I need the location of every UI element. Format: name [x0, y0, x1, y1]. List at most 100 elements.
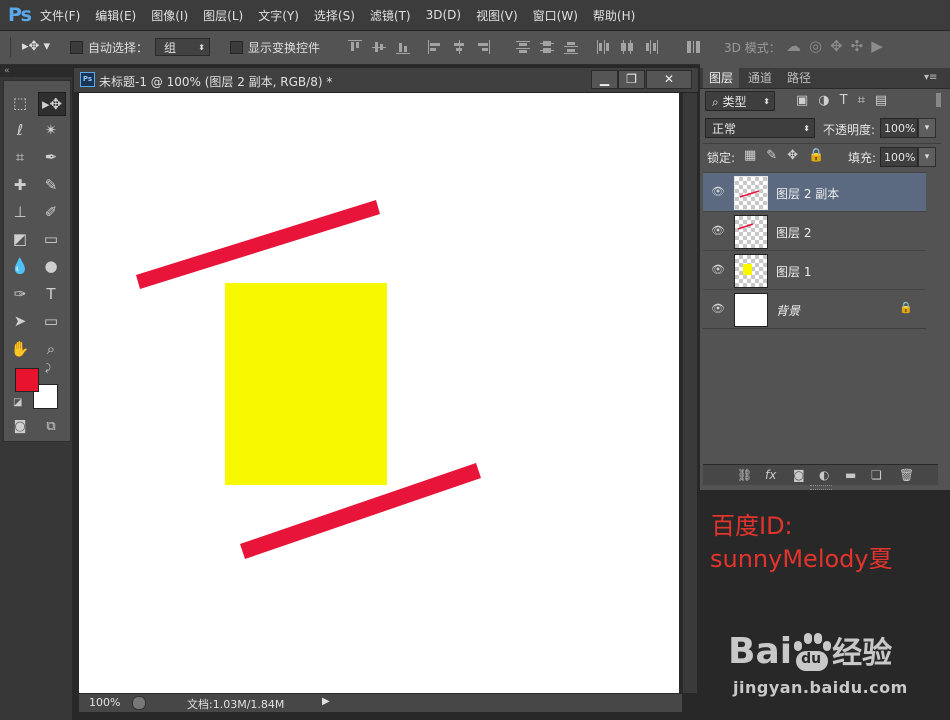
history-brush-tool-icon[interactable]: ✐	[38, 201, 64, 223]
layer-name[interactable]: 背景	[776, 302, 800, 319]
swap-colors-icon[interactable]: ⤸	[45, 363, 51, 374]
opacity-input[interactable]: 100%	[880, 118, 918, 138]
opacity-dropdown-button[interactable]: ▾	[918, 118, 936, 138]
menu-image[interactable]: 图像(I)	[151, 7, 188, 24]
fill-dropdown-button[interactable]: ▾	[918, 147, 936, 167]
path-selection-tool-icon[interactable]: ➤	[7, 310, 33, 332]
layer-row[interactable]: 👁 背景 🔒	[703, 289, 926, 329]
distribute-top-icon[interactable]	[516, 40, 530, 54]
minimize-button[interactable]: ▁	[591, 70, 618, 89]
lasso-tool-icon[interactable]: ℓ	[7, 119, 33, 141]
align-bottom-icon[interactable]	[396, 40, 410, 54]
close-button[interactable]: ✕	[646, 70, 692, 89]
new-layer-icon[interactable]: ❏	[871, 468, 882, 482]
align-top-icon[interactable]	[348, 40, 362, 54]
zoom-tool-icon[interactable]: ⌕	[38, 338, 64, 360]
distribute-right-icon[interactable]	[644, 40, 658, 54]
tab-channels[interactable]: 通道	[742, 68, 778, 88]
menu-select[interactable]: 选择(S)	[314, 7, 355, 24]
tab-layers[interactable]: 图层	[703, 68, 740, 88]
hand-tool-icon[interactable]: ✋	[7, 338, 33, 360]
layer-name[interactable]: 图层 1	[776, 263, 811, 280]
canvas[interactable]	[79, 93, 679, 693]
delete-layer-icon[interactable]: 🗑	[899, 468, 914, 482]
clone-stamp-tool-icon[interactable]: ⊥	[7, 201, 33, 223]
tab-paths[interactable]: 路径	[781, 68, 817, 88]
default-colors-icon[interactable]: ◪	[13, 397, 22, 408]
yellow-rectangle[interactable]	[225, 283, 387, 485]
layer-row[interactable]: 👁 图层 2	[703, 211, 926, 251]
menu-window[interactable]: 窗口(W)	[533, 7, 578, 24]
auto-align-icon[interactable]	[686, 40, 700, 54]
distribute-vcenter-icon[interactable]	[540, 40, 554, 54]
screen-mode-icon[interactable]: ⧉	[38, 415, 64, 437]
layer-name[interactable]: 图层 2	[776, 224, 811, 241]
align-right-icon[interactable]	[476, 40, 490, 54]
collapse-toolbar-icon[interactable]: «	[0, 65, 72, 77]
menu-edit[interactable]: 编辑(E)	[95, 7, 136, 24]
add-mask-icon[interactable]: ◙	[793, 468, 805, 482]
gradient-tool-icon[interactable]: ▭	[38, 228, 64, 250]
lock-icons[interactable]: ▦✎✥🔒	[744, 148, 834, 163]
show-transform-checkbox[interactable]	[230, 41, 243, 54]
crop-tool-icon[interactable]: ⌗	[7, 146, 33, 168]
visibility-eye-icon[interactable]: 👁	[711, 185, 725, 198]
blur-tool-icon[interactable]: 💧	[7, 255, 33, 277]
layer-thumbnail	[734, 293, 768, 327]
3d-mode-icons[interactable]: ☁◎✥✣▶	[786, 37, 891, 55]
fill-input[interactable]: 100%	[880, 147, 918, 167]
pen-tool-icon[interactable]: ✑	[7, 283, 33, 305]
blend-mode-dropdown[interactable]: 正常 ⬍	[705, 118, 815, 138]
dodge-tool-icon[interactable]: ●	[38, 255, 64, 277]
auto-select-checkbox[interactable]	[70, 41, 83, 54]
distribute-hcenter-icon[interactable]	[620, 40, 634, 54]
document-size-info: 文档:1.03M/1.84M	[187, 698, 285, 711]
menu-type[interactable]: 文字(Y)	[258, 7, 299, 24]
layer-row[interactable]: 👁 图层 2 副本	[703, 172, 926, 212]
visibility-eye-icon[interactable]: 👁	[711, 302, 725, 315]
status-info-icon[interactable]	[132, 696, 146, 710]
maximize-button[interactable]: ❐	[618, 70, 645, 89]
layer-row[interactable]: 👁 图层 1	[703, 250, 926, 290]
foreground-color-swatch[interactable]	[15, 368, 39, 392]
rectangle-tool-icon[interactable]: ▭	[38, 310, 64, 332]
menu-help[interactable]: 帮助(H)	[593, 7, 635, 24]
auto-select-value: 组	[164, 41, 177, 55]
eraser-tool-icon[interactable]: ◩	[7, 228, 33, 250]
auto-select-dropdown[interactable]: 组 ⬍	[155, 38, 210, 56]
filter-toggle-icon[interactable]	[936, 93, 941, 107]
new-group-icon[interactable]: ▬	[845, 468, 856, 482]
quick-mask-icon[interactable]: ◙	[7, 415, 33, 437]
adjustment-layer-icon[interactable]: ◐	[819, 468, 829, 482]
menu-3d[interactable]: 3D(D)	[426, 8, 461, 22]
menu-layer[interactable]: 图层(L)	[203, 7, 243, 24]
layer-name[interactable]: 图层 2 副本	[776, 185, 839, 202]
align-left-icon[interactable]	[428, 40, 442, 54]
type-tool-icon[interactable]: T	[38, 283, 64, 305]
layer-filter-dropdown[interactable]: ⌕ 类型 ⬍	[705, 91, 775, 111]
zoom-level[interactable]: 100%	[89, 696, 120, 709]
red-stroke-top[interactable]	[136, 200, 380, 289]
panel-menu-icon[interactable]: ▾≡	[924, 72, 937, 83]
link-layers-icon[interactable]: ⛓	[737, 468, 752, 482]
vertical-scrollbar[interactable]	[682, 93, 697, 693]
marquee-tool-icon[interactable]: ⬚	[7, 92, 33, 114]
distribute-left-icon[interactable]	[596, 40, 610, 54]
menu-view[interactable]: 视图(V)	[476, 7, 518, 24]
magic-wand-tool-icon[interactable]: ✴	[38, 119, 64, 141]
move-tool-icon[interactable]: ▸✥	[38, 92, 66, 116]
eyedropper-tool-icon[interactable]: ✒	[38, 146, 64, 168]
distribute-bottom-icon[interactable]	[564, 40, 578, 54]
menu-filter[interactable]: 滤镜(T)	[370, 7, 411, 24]
layer-filter-icons[interactable]: ▣◑T⌗▤	[796, 93, 897, 108]
visibility-eye-icon[interactable]: 👁	[711, 263, 725, 276]
brush-tool-icon[interactable]: ✎	[38, 174, 64, 196]
align-vcenter-icon[interactable]	[372, 40, 386, 54]
status-menu-arrow-icon[interactable]: ▶	[322, 696, 330, 707]
move-tool-preset-icon[interactable]: ▸✥ ▾	[22, 39, 50, 54]
menu-file[interactable]: 文件(F)	[40, 7, 80, 24]
align-hcenter-icon[interactable]	[452, 40, 466, 54]
visibility-eye-icon[interactable]: 👁	[711, 224, 725, 237]
fx-icon[interactable]: fx	[765, 468, 776, 482]
healing-brush-tool-icon[interactable]: ✚	[7, 174, 33, 196]
